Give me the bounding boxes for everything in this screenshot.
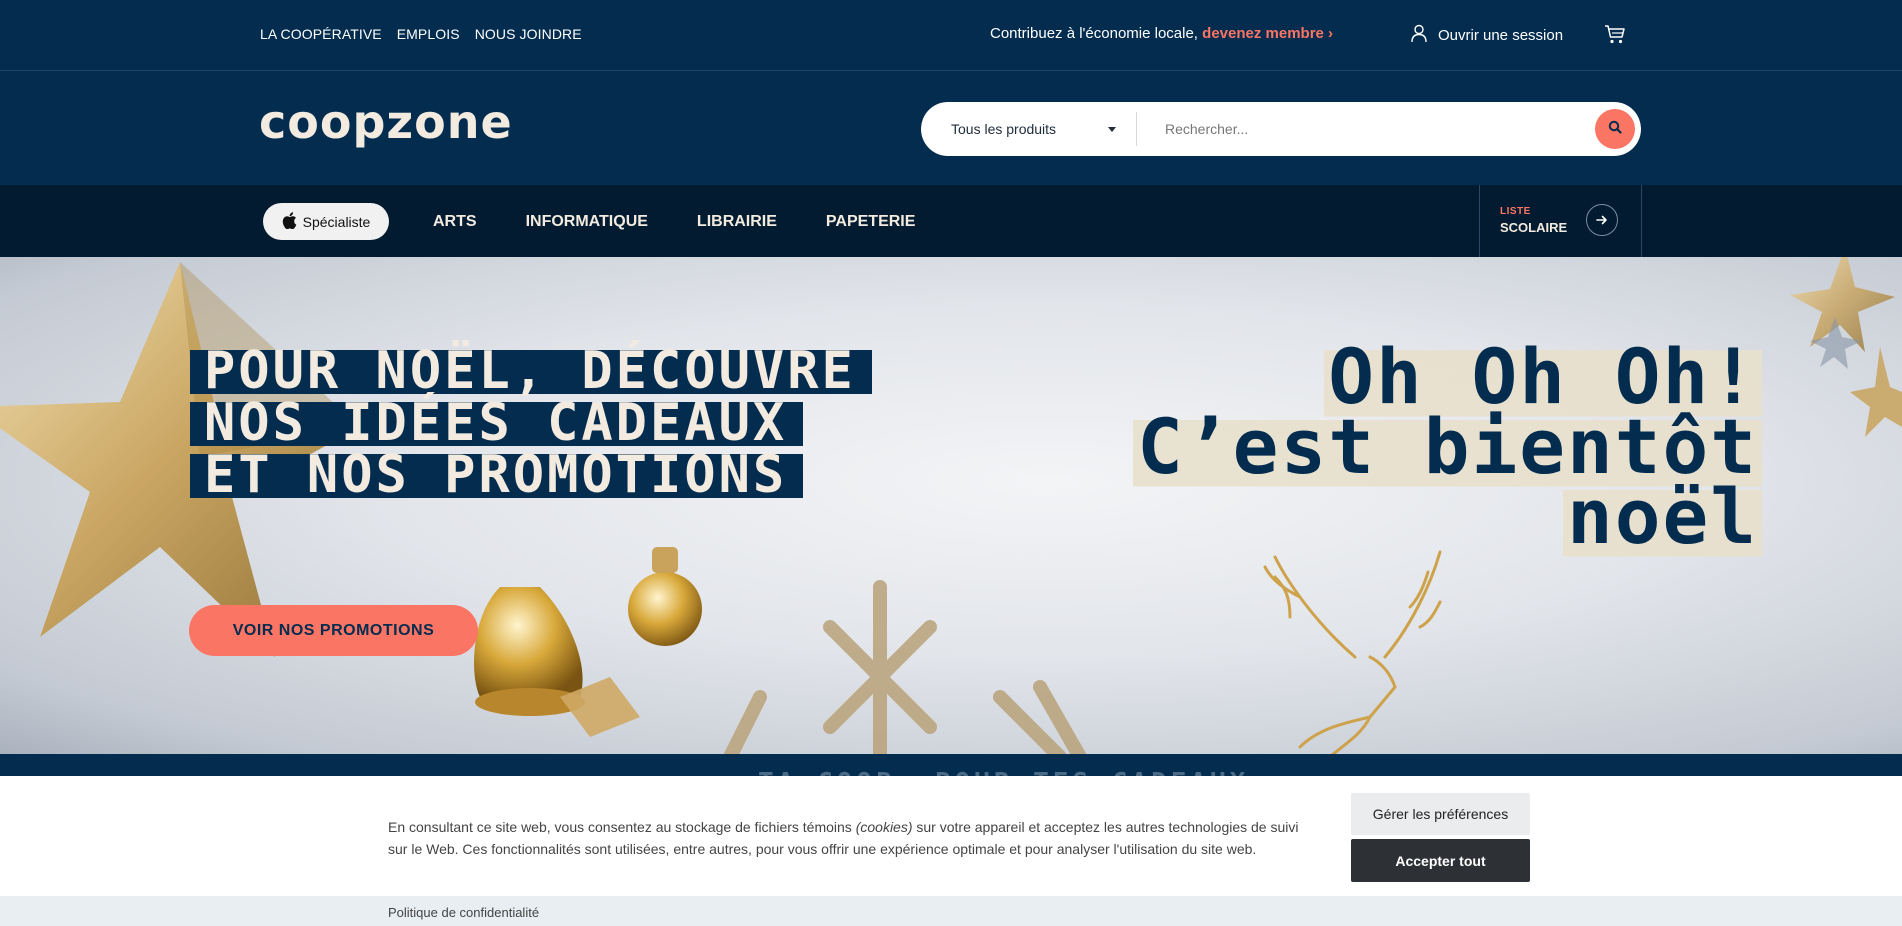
cookie-text-start: En consultant ce site web, vous consente… [388,819,856,835]
nav-item-papeterie[interactable]: PAPETERIE [826,213,916,231]
search-icon [1608,120,1622,139]
view-promotions-button[interactable]: VOIR NOS PROMOTIONS [189,605,478,656]
school-list-small-label: LISTE [1500,206,1531,217]
headline-line-2: NOS IDÉES CADEAUX [190,397,804,449]
section-strip: TA COOP, POUR TES CADEAUX [0,754,1902,778]
search-input[interactable] [1137,109,1595,149]
headline-line-1: POUR NOËL, DÉCOUVRE [190,345,872,397]
apple-icon [282,211,297,232]
category-nav: Spécialiste ARTS INFORMATIQUE LIBRAIRIE … [0,185,1902,257]
search-button[interactable] [1595,109,1635,149]
accept-all-button[interactable]: Accepter tout [1351,839,1530,882]
nav-item-librairie[interactable]: LIBRAIRIE [697,213,777,231]
manage-preferences-button[interactable]: Gérer les préférences [1351,793,1530,835]
privacy-policy-link[interactable]: Politique de confidentialité [388,905,539,920]
cookie-text-em: (cookies) [855,819,913,835]
link-nous-joindre[interactable]: NOUS JOINDRE [475,26,582,42]
link-emplois[interactable]: EMPLOIS [397,26,460,42]
nav-item-arts[interactable]: ARTS [433,213,477,231]
membership-promo: Contribuez à l'économie locale, devenez … [990,25,1333,42]
main-header: coopzone Tous les produits [0,71,1902,185]
cookie-footer: Politique de confidentialité [0,896,1902,926]
user-icon [1410,24,1428,47]
specialist-label: Spécialiste [302,213,371,230]
nav-item-informatique[interactable]: INFORMATIQUE [526,213,648,231]
search-category-select[interactable]: Tous les produits [921,112,1137,146]
utility-links: LA COOPÉRATIVE EMPLOIS NOUS JOINDRE [260,26,582,42]
become-member-link[interactable]: devenez membre › [1202,25,1333,42]
promo-text: Contribuez à l'économie locale, [990,25,1198,42]
cart-icon[interactable] [1604,23,1626,50]
login-label: Ouvrir une session [1438,27,1564,44]
category-menu: ARTS INFORMATIQUE LIBRAIRIE PAPETERIE [433,213,915,231]
login-link[interactable]: Ouvrir une session [1410,24,1563,47]
school-list-link[interactable]: LISTE SCOLAIRE [1479,185,1642,257]
tagline-line-3: noël [1562,472,1762,561]
link-la-cooperative[interactable]: LA COOPÉRATIVE [260,26,382,42]
headline-line-3: ET NOS PROMOTIONS [190,449,804,501]
apple-specialist-button[interactable]: Spécialiste [263,203,389,240]
top-bar: LA COOPÉRATIVE EMPLOIS NOUS JOINDRE Cont… [0,0,1902,71]
promo-headline: POUR NOËL, DÉCOUVRE NOS IDÉES CADEAUX ET… [190,345,872,506]
school-list-label: SCOLAIRE [1500,220,1568,235]
hero-banner: POUR NOËL, DÉCOUVRE NOS IDÉES CADEAUX ET… [0,257,1902,757]
arrow-right-icon [1586,204,1618,236]
caret-down-icon [1108,126,1116,132]
cookie-message: En consultant ce site web, vous consente… [388,816,1318,860]
cookie-banner: En consultant ce site web, vous consente… [0,776,1902,896]
search-category-value: Tous les produits [951,121,1057,137]
search-bar: Tous les produits [921,102,1641,156]
coopzone-logo[interactable]: coopzone [259,99,513,145]
christmas-tagline: Oh Oh Oh! C’est bientôt noël [1133,332,1762,561]
